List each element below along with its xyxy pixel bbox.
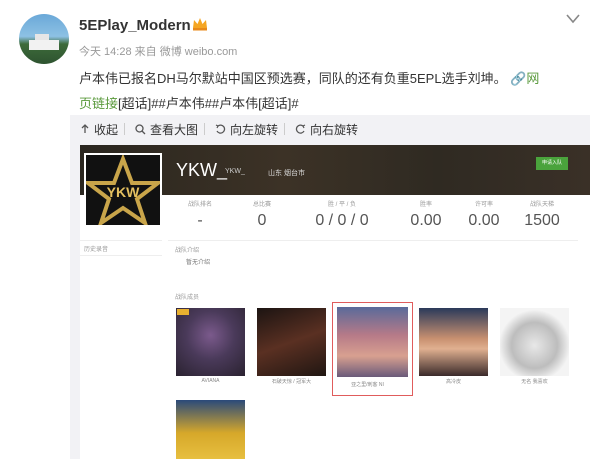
member-card[interactable]: 石破天惊 / 冠军大 — [257, 308, 326, 388]
member-card-selected[interactable]: 亚之里/刺客 NI — [332, 302, 413, 396]
intro-label: 战队介绍 — [175, 248, 200, 254]
member-card[interactable]: AVIANA — [176, 308, 245, 388]
rotate-left-icon — [215, 123, 226, 134]
toolbar-divider — [284, 123, 286, 135]
team-logo-text: YKW — [107, 184, 140, 200]
stat-permit: 许可率 0.00 — [468, 202, 500, 229]
members-label: 战队成员 — [175, 295, 200, 301]
member-avatar — [176, 400, 245, 459]
member-avatar — [337, 307, 408, 377]
topic-tags[interactable]: [超话]##卢本伟##卢本伟[超话]# — [118, 96, 299, 111]
join-team-button[interactable]: 申请入队 — [536, 157, 568, 170]
team-name: YKW_ — [176, 160, 228, 180]
team-stats: 战队排名 - 总比赛 0 胜 / 平 / 负 0 / 0 / 0 胜率 0.00… — [170, 199, 580, 239]
member-badge — [177, 309, 189, 315]
history-label[interactable]: 历史录音 — [80, 240, 162, 256]
team-logo: YKW — [82, 153, 164, 228]
collapse-button[interactable]: 收起 — [80, 121, 118, 138]
web-link-label-cont[interactable]: 页链接 — [79, 96, 118, 111]
post-text: 卢本伟已报名DH马尔默站中国区预选赛，同队的还有负重5EPL选手刘坤。 🔗网 页… — [79, 66, 584, 116]
image-toolbar: 收起 查看大图 向左旋转 向右旋转 — [70, 115, 590, 143]
toolbar-divider — [124, 123, 126, 135]
username[interactable]: 5EPlay_Modern — [79, 17, 191, 34]
member-avatar — [419, 308, 488, 376]
post-time[interactable]: 今天 14:28 — [79, 46, 132, 58]
star-logo-icon: YKW — [82, 153, 164, 228]
member-avatar — [257, 308, 326, 376]
crown-icon — [193, 18, 207, 31]
team-location: 山东 烟台市 — [268, 170, 305, 177]
member-card[interactable]: 无名 我喜欢 — [500, 308, 569, 388]
post-body: 卢本伟已报名DH马尔默站中国区预选赛，同队的还有负重5EPL选手刘坤。 — [79, 71, 507, 86]
stat-ladder: 战队天梯 1500 — [524, 202, 560, 229]
member-avatar — [176, 308, 245, 376]
post-source: 来自 微博 weibo.com — [134, 46, 238, 58]
toolbar-divider — [204, 123, 206, 135]
search-icon — [135, 123, 146, 134]
rotate-right-icon — [295, 123, 306, 134]
divider — [168, 240, 578, 241]
web-link-label[interactable]: 网 — [526, 71, 539, 86]
team-name-small: YKW_ — [225, 168, 245, 175]
member-card[interactable] — [176, 400, 245, 459]
stat-matches: 总比赛 0 — [252, 202, 271, 229]
avatar[interactable] — [19, 14, 69, 64]
rotate-left-button[interactable]: 向左旋转 — [215, 121, 278, 138]
stat-record: 胜 / 平 / 负 0 / 0 / 0 — [315, 202, 369, 229]
post-meta: 今天 14:28 来自 微博 weibo.com — [79, 43, 237, 59]
view-large-button[interactable]: 查看大图 — [135, 121, 198, 138]
team-page-image[interactable]: YKW YKW_ YKW_ 山东 烟台市 申请入队 战队排名 - 总比赛 0 胜… — [80, 145, 590, 459]
member-card[interactable]: 高冷皮 — [419, 308, 488, 388]
collapse-icon — [81, 124, 89, 133]
member-avatar — [500, 308, 569, 376]
link-icon[interactable]: 🔗 — [510, 71, 526, 86]
chevron-down-icon[interactable] — [566, 14, 580, 24]
stat-winrate: 胜率 0.00 — [410, 202, 442, 229]
intro-value: 暂无介绍 — [186, 260, 211, 266]
rotate-right-button[interactable]: 向右旋转 — [295, 121, 358, 138]
stat-rank: 战队排名 - — [187, 202, 212, 229]
